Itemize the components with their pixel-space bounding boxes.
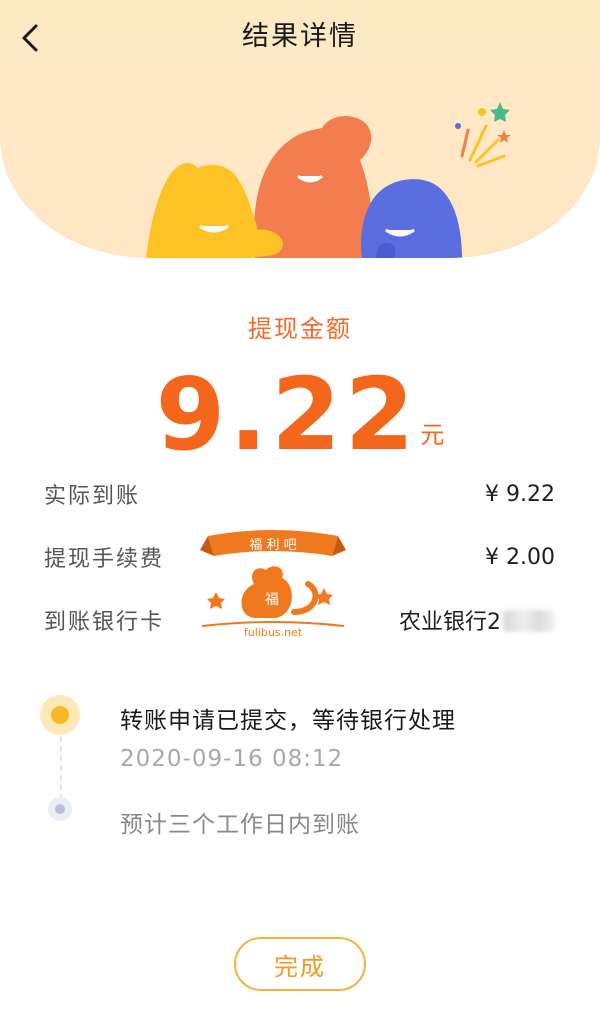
timeline-dot-active <box>40 695 80 735</box>
watermark-logo: 福 利 吧 福 fulibus.net <box>200 530 346 639</box>
page-title: 结果详情 <box>242 21 358 52</box>
done-button[interactable]: 完成 <box>234 937 366 991</box>
amount-unit: 元 <box>420 421 445 449</box>
timeline-step-submitted: 转账申请已提交，等待银行处理 <box>120 708 456 734</box>
bank-card-text: 农业银行2 <box>399 610 501 635</box>
detail-key: 提现手续费 <box>44 547 165 572</box>
masked-card-number <box>503 610 555 632</box>
blue-mascot <box>360 179 462 258</box>
timeline-step-expected: 预计三个工作日内到账 <box>120 812 360 838</box>
watermark-url-text: fulibus.net <box>244 626 303 639</box>
hero-banner: 结果详情 <box>0 0 600 258</box>
detail-value-wrap: 农业银行2 <box>399 604 555 636</box>
detail-key: 到账银行卡 <box>44 610 165 635</box>
watermark-banner-text: 福 利 吧 <box>249 538 296 553</box>
timeline-dot-pending <box>48 797 72 821</box>
watermark-center-text: 福 <box>265 592 279 608</box>
amount-value: 9.22 <box>155 356 419 473</box>
detail-key: 实际到账 <box>44 484 141 509</box>
detail-value: ¥ 9.22 <box>485 481 555 507</box>
amount-display: 9.22元 <box>0 356 600 473</box>
detail-value: ¥ 2.00 <box>485 544 555 570</box>
timeline-step-time: 2020-09-16 08:12 <box>120 746 344 772</box>
amount-label: 提现金额 <box>248 315 352 343</box>
detail-row-actual: 实际到账 ¥ 9.22 <box>44 474 555 514</box>
timeline-connector <box>60 736 62 800</box>
fireworks-icon <box>455 102 511 168</box>
